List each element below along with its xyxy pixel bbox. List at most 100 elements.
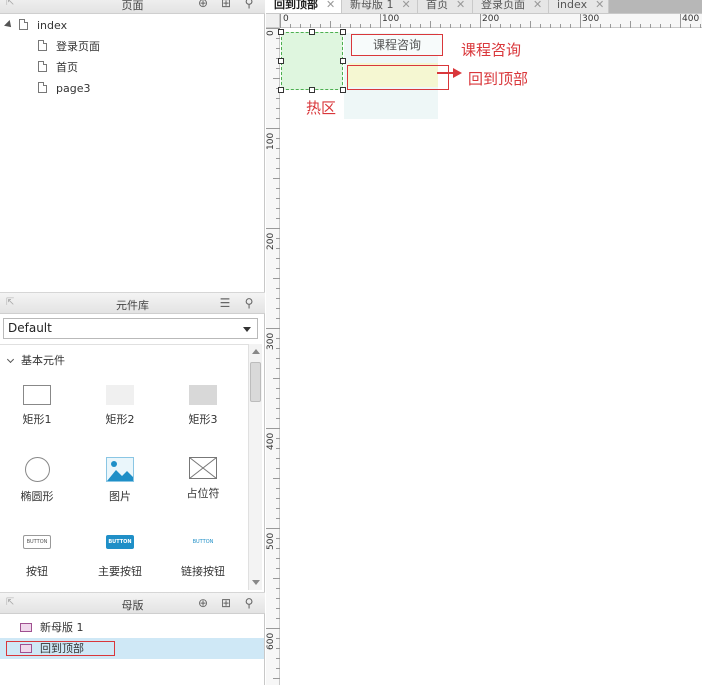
ruler-label: 100 [266, 132, 276, 150]
close-icon[interactable]: ✕ [533, 0, 542, 11]
design-canvas[interactable]: 课程咨询 课程咨询 回到顶部 热区 [278, 29, 702, 685]
annotation-back-to-top: 回到顶部 [468, 70, 529, 88]
widget-ellipse[interactable]: 椭圆形 [2, 457, 72, 504]
close-icon[interactable]: ✕ [402, 0, 411, 11]
scroll-up-icon[interactable] [252, 349, 260, 354]
add-folder-icon[interactable]: ⊞ [219, 596, 233, 610]
consult-box-label[interactable]: 课程咨询 [351, 34, 443, 56]
widget-rectangle-1[interactable]: 矩形1 [2, 385, 72, 427]
ruler-label: 0 [283, 14, 289, 24]
tree-item-index[interactable]: index [4, 16, 68, 36]
resize-handle[interactable] [340, 87, 346, 93]
widget-rectangle-3[interactable]: 矩形3 [168, 385, 238, 427]
back-to-top-outline [347, 65, 449, 90]
tab-new-master[interactable]: 新母版 1 ✕ [342, 0, 418, 13]
page-icon [38, 40, 47, 51]
tab-label: index [557, 0, 588, 11]
master-item-label: 新母版 1 [40, 621, 84, 634]
master-icon [20, 623, 32, 632]
widget-label: 占位符 [186, 487, 220, 500]
left-sidebar: ⇱ 页面 ⊕ ⊞ ⚲ index 登录页面 首页 page3 ⇱ 元件库 ☰ ⚲… [0, 0, 265, 685]
search-icon[interactable]: ⚲ [242, 0, 256, 10]
annotation-hotspot: 热区 [306, 99, 337, 117]
menu-icon[interactable]: ☰ [218, 296, 232, 310]
button-icon: BUTTON [23, 535, 51, 549]
library-panel-header: ⇱ 元件库 ☰ ⚲ [0, 292, 265, 314]
scroll-thumb[interactable] [250, 362, 261, 402]
ruler-label: 100 [382, 14, 400, 24]
tree-item-page3[interactable]: page3 [38, 79, 90, 99]
ruler-horizontal[interactable]: 0 100 200 300 400 [280, 14, 702, 28]
close-icon[interactable]: ✕ [456, 0, 465, 11]
tab-back-to-top[interactable]: 回到顶部 ✕ [266, 0, 342, 13]
tab-login[interactable]: 登录页面 ✕ [473, 0, 549, 13]
resize-handle[interactable] [309, 29, 315, 35]
masters-panel-header: ⇱ 母版 ⊕ ⊞ ⚲ [0, 592, 265, 614]
widget-rectangle-2[interactable]: 矩形2 [85, 385, 155, 427]
ruler-label: 400 [266, 432, 276, 450]
link-button-icon: BUTTON [192, 539, 214, 545]
ruler-vertical[interactable]: 0 100 200 300 400 500 600 [266, 28, 280, 685]
tab-index[interactable]: index ✕ [549, 0, 609, 13]
widget-label: 矩形2 [105, 413, 135, 426]
page-icon [19, 19, 28, 30]
ruler-label: 200 [482, 14, 500, 24]
resize-handle[interactable] [340, 58, 346, 64]
library-widget-list: 基本元件 矩形1 矩形2 矩形3 椭圆形 图片 占位符 BUTTON 按钮 BU… [0, 344, 262, 590]
page-icon [38, 82, 47, 93]
tree-item-label: 登录页面 [56, 40, 100, 53]
ruler-label: 200 [266, 232, 276, 250]
scroll-down-icon[interactable] [252, 580, 260, 585]
widget-label: 椭圆形 [20, 490, 54, 503]
primary-button-icon: BUTTON [106, 535, 134, 549]
widget-placeholder[interactable]: 占位符 [168, 457, 238, 501]
ruler-label: 0 [266, 30, 276, 36]
library-section-header[interactable]: 基本元件 [6, 352, 65, 368]
resize-handle[interactable] [278, 87, 284, 93]
resize-handle[interactable] [278, 58, 284, 64]
master-item-back-to-top[interactable]: 回到顶部 [0, 638, 264, 659]
ellipse-icon [24, 457, 50, 482]
editor-area: 回到顶部 ✕ 新母版 1 ✕ 首页 ✕ 登录页面 ✕ index ✕ 0 100 200 … [266, 0, 702, 685]
widget-label: 主要按钮 [98, 565, 142, 578]
resize-handle[interactable] [340, 29, 346, 35]
annotation-consult: 课程咨询 [461, 41, 522, 59]
tab-label: 登录页面 [481, 0, 525, 11]
add-folder-icon[interactable]: ⊞ [219, 0, 233, 10]
widget-label: 图片 [109, 490, 131, 503]
add-master-icon[interactable]: ⊕ [196, 596, 210, 610]
editor-tab-bar: 回到顶部 ✕ 新母版 1 ✕ 首页 ✕ 登录页面 ✕ index ✕ [266, 0, 702, 14]
ruler-ticks [266, 28, 280, 679]
hotspot-area[interactable] [281, 32, 343, 90]
tab-label: 首页 [426, 0, 448, 11]
tree-item-label: index [37, 19, 68, 32]
close-icon[interactable]: ✕ [326, 0, 335, 11]
ruler-label: 600 [266, 632, 276, 650]
search-icon[interactable]: ⚲ [242, 596, 256, 610]
chevron-down-icon [6, 355, 15, 364]
tree-item-login[interactable]: 登录页面 [38, 37, 100, 57]
widget-primary-button[interactable]: BUTTON 主要按钮 [85, 535, 155, 579]
master-item-new[interactable]: 新母版 1 [0, 617, 264, 638]
tab-home[interactable]: 首页 ✕ [418, 0, 473, 13]
tree-item-label: page3 [56, 82, 91, 95]
rectangle-light-icon [106, 385, 134, 405]
ruler-label: 500 [266, 532, 276, 550]
widget-button[interactable]: BUTTON 按钮 [2, 535, 72, 579]
resize-handle[interactable] [278, 29, 284, 35]
tree-item-home[interactable]: 首页 [38, 58, 78, 78]
library-select[interactable]: Default [3, 318, 258, 339]
widget-image[interactable]: 图片 [85, 457, 155, 504]
search-icon[interactable]: ⚲ [242, 296, 256, 310]
close-icon[interactable]: ✕ [595, 0, 604, 11]
library-scrollbar[interactable] [248, 344, 262, 590]
tab-bar-empty [609, 0, 702, 13]
resize-handle[interactable] [309, 87, 315, 93]
expand-triangle-icon[interactable] [4, 20, 14, 30]
widget-link-button[interactable]: BUTTON 链接按钮 [168, 535, 238, 579]
ruler-label: 300 [582, 14, 600, 24]
add-page-icon[interactable]: ⊕ [196, 0, 210, 10]
rectangle-gray-icon [189, 385, 217, 405]
library-section-label: 基本元件 [21, 354, 65, 367]
tab-label: 回到顶部 [274, 0, 318, 11]
